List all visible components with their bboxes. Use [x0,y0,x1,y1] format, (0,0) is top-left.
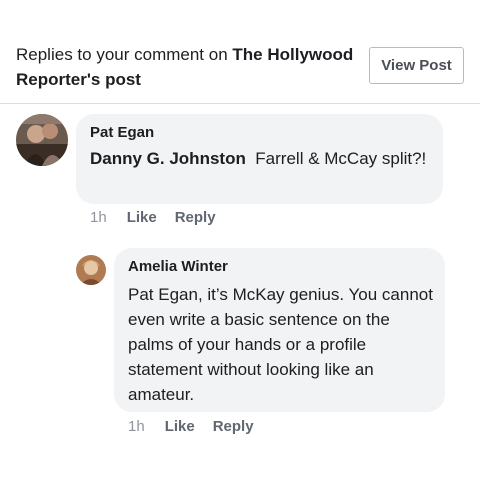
view-post-button[interactable]: View Post [369,47,464,84]
reply-like-button[interactable]: Like [165,418,195,435]
reply-meta: 1h Like Reply [128,416,254,436]
reply-text: Pat Egan, it’s McKay genius. You cannot … [128,285,433,404]
reply-reply-button[interactable]: Reply [213,418,254,435]
amelia-winter-avatar[interactable] [76,255,106,285]
title-prefix: Replies to your comment on [16,45,233,64]
mention-link[interactable]: Danny G. Johnston [90,149,246,168]
notification-title: Replies to your comment on The Hollywood… [16,42,356,92]
comment-meta: 1h Like Reply [90,207,216,227]
comment-author[interactable]: Pat Egan [90,124,154,141]
reply-timestamp[interactable]: 1h [128,418,145,435]
comment-text: Danny G. Johnston Farrell & McCay split?… [90,146,435,171]
notification-header: Replies to your comment on The Hollywood… [0,0,480,104]
comment-body: Farrell & McCay split?! [255,149,427,168]
reply-author[interactable]: Amelia Winter [128,258,228,275]
comment-like-button[interactable]: Like [127,209,157,226]
pat-egan-avatar[interactable] [16,114,68,166]
comment-reply-button[interactable]: Reply [175,209,216,226]
title-suffix: 's post [86,70,141,89]
comment-timestamp[interactable]: 1h [90,209,107,226]
